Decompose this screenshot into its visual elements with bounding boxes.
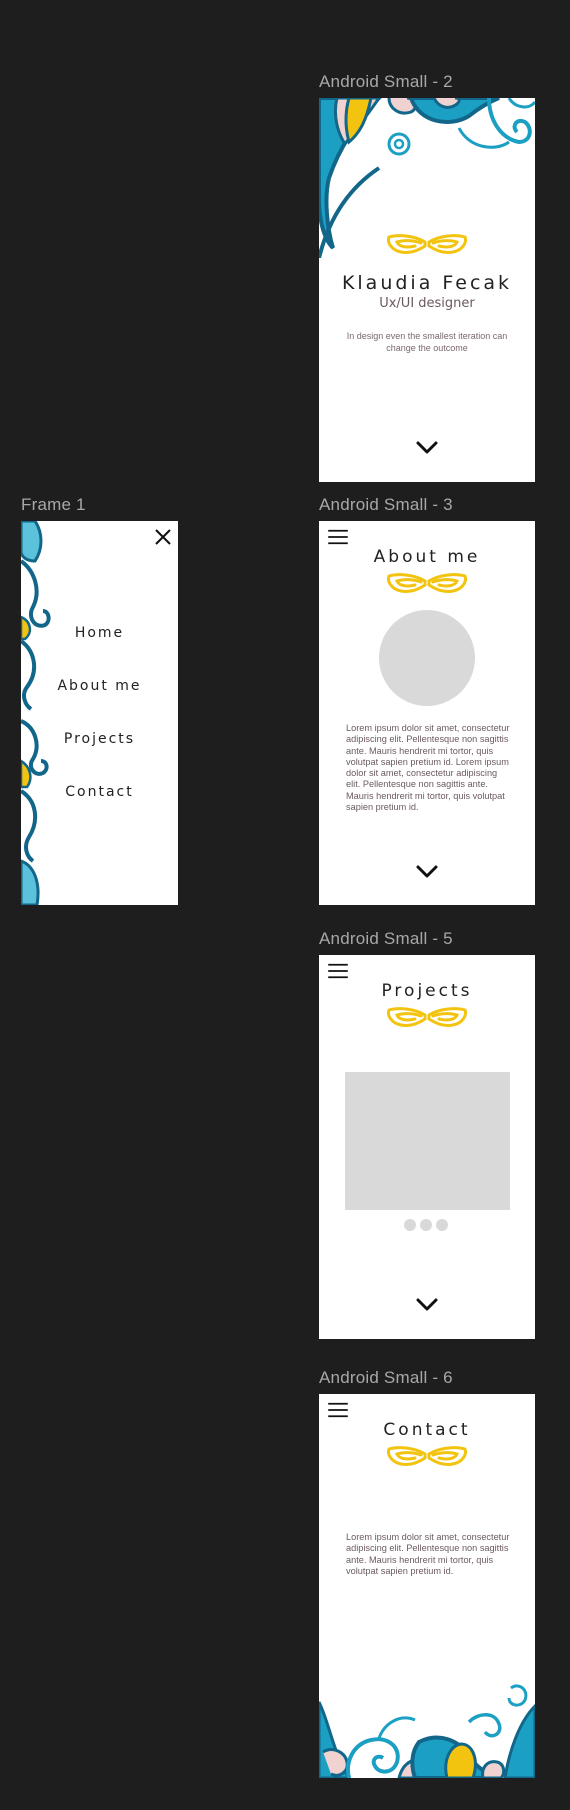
designer-role: Ux/UI designer: [379, 296, 475, 311]
carousel-dot[interactable]: [404, 1219, 416, 1231]
projects-title: Projects: [381, 981, 473, 1001]
frame-label-about: Android Small - 3: [319, 495, 453, 514]
about-title: About me: [373, 547, 481, 567]
swirl-decoration-left: [21, 521, 51, 905]
frame-label-contact: Android Small - 6: [319, 1368, 453, 1387]
frame-label-projects: Android Small - 5: [319, 929, 453, 948]
contact-screen: Contact Lorem ipsum dolor sit amet, cons…: [319, 1394, 535, 1778]
contact-title: Contact: [383, 1420, 471, 1440]
menu-screen: Home About me Projects Contact: [21, 521, 178, 905]
frame-label-home: Android Small - 2: [319, 72, 453, 91]
menu-item-home[interactable]: Home: [21, 625, 178, 641]
chevron-down-icon[interactable]: [416, 1298, 438, 1312]
frame-label-menu: Frame 1: [21, 495, 86, 514]
menu-item-contact[interactable]: Contact: [21, 784, 178, 800]
projects-screen: Projects: [319, 955, 535, 1339]
contact-text: Lorem ipsum dolor sit amet, consectetur …: [346, 1532, 510, 1576]
swirl-decoration-bottom: [319, 1684, 535, 1778]
tagline: In design even the smallest iteration ca…: [346, 331, 508, 353]
about-text: Lorem ipsum dolor sit amet, consectetur …: [346, 723, 510, 813]
home-screen: Klaudia Fecak Ux/UI designer In design e…: [319, 98, 535, 482]
carousel-dot[interactable]: [436, 1219, 448, 1231]
hamburger-icon[interactable]: [327, 963, 349, 979]
carousel-dot[interactable]: [420, 1219, 432, 1231]
ornament-icon: [385, 1005, 469, 1029]
ornament-icon: [385, 1444, 469, 1468]
ornament-icon: [385, 232, 469, 256]
hamburger-icon[interactable]: [327, 1402, 349, 1418]
menu-item-projects[interactable]: Projects: [21, 731, 178, 747]
menu-item-about[interactable]: About me: [21, 678, 178, 694]
chevron-down-icon[interactable]: [416, 865, 438, 879]
about-screen: About me Lorem ipsum dolor sit amet, con…: [319, 521, 535, 905]
carousel-dots: [404, 1219, 448, 1231]
hamburger-icon[interactable]: [327, 529, 349, 545]
designer-name: Klaudia Fecak: [341, 272, 513, 294]
chevron-down-icon[interactable]: [416, 441, 438, 455]
profile-photo-placeholder: [379, 610, 475, 706]
project-image-placeholder: [345, 1072, 510, 1210]
ornament-icon: [385, 571, 469, 595]
close-icon[interactable]: [155, 529, 171, 545]
